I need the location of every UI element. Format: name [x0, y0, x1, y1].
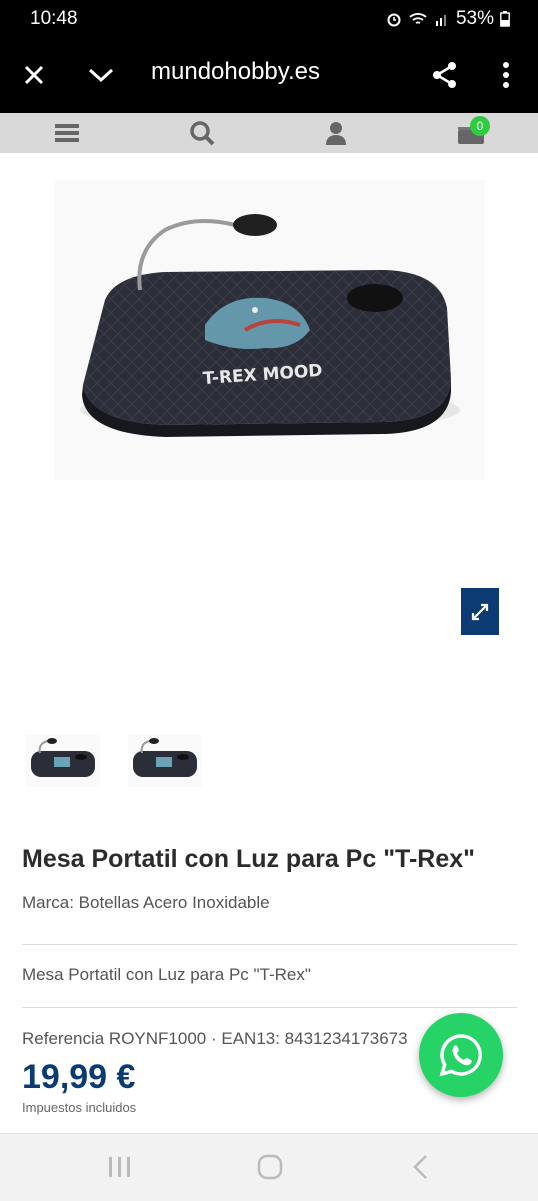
status-right: 53%	[386, 8, 510, 30]
product-thumbnail[interactable]	[128, 735, 202, 787]
close-icon[interactable]	[15, 56, 53, 94]
cart-count-badge: 0	[470, 116, 490, 136]
search-icon[interactable]	[186, 117, 218, 149]
battery-icon	[500, 11, 510, 27]
share-icon[interactable]	[426, 56, 464, 94]
hamburger-menu-icon[interactable]	[51, 117, 83, 149]
system-nav-bar	[0, 1133, 538, 1201]
expand-arrows-icon	[471, 603, 489, 620]
browser-toolbar: mundohobby.es	[0, 38, 538, 113]
product-price: 19,99 €	[22, 1058, 136, 1096]
recent-apps-icon[interactable]	[105, 1152, 135, 1182]
more-menu-icon[interactable]	[487, 56, 525, 94]
user-account-icon[interactable]	[320, 117, 352, 149]
back-icon[interactable]	[405, 1152, 435, 1182]
product-reference: Referencia ROYNF1000 · EAN13: 8431234173…	[22, 1029, 408, 1048]
home-icon[interactable]	[255, 1152, 285, 1182]
status-time: 10:48	[30, 8, 78, 29]
product-brand: Marca: Botellas Acero Inoxidable	[22, 893, 270, 912]
expand-image-button[interactable]	[461, 588, 499, 635]
status-bar: 10:48 53%	[0, 0, 538, 38]
taxes-note: Impuestos incluidos	[22, 1100, 137, 1115]
product-short-description: Mesa Portatil con Luz para Pc "T-Rex"	[22, 965, 311, 984]
product-thumbnail[interactable]	[26, 735, 100, 787]
chevron-down-icon[interactable]	[82, 56, 120, 94]
signal-icon	[435, 15, 446, 26]
divider	[22, 944, 517, 945]
product-title: Mesa Portatil con Luz para Pc "T-Rex"	[22, 845, 475, 873]
wifi-icon	[409, 13, 427, 24]
site-nav-bar	[0, 113, 538, 153]
alarm-icon	[387, 13, 401, 27]
whatsapp-chat-button[interactable]	[419, 1013, 503, 1097]
url-text[interactable]: mundohobby.es	[151, 58, 320, 86]
divider	[22, 1007, 517, 1008]
lap-desk-illustration: T-REX MOOD	[80, 214, 460, 437]
whatsapp-icon	[439, 1034, 482, 1077]
product-main-image[interactable]: T-REX MOOD	[55, 180, 485, 480]
battery-text: 53%	[455, 8, 494, 29]
